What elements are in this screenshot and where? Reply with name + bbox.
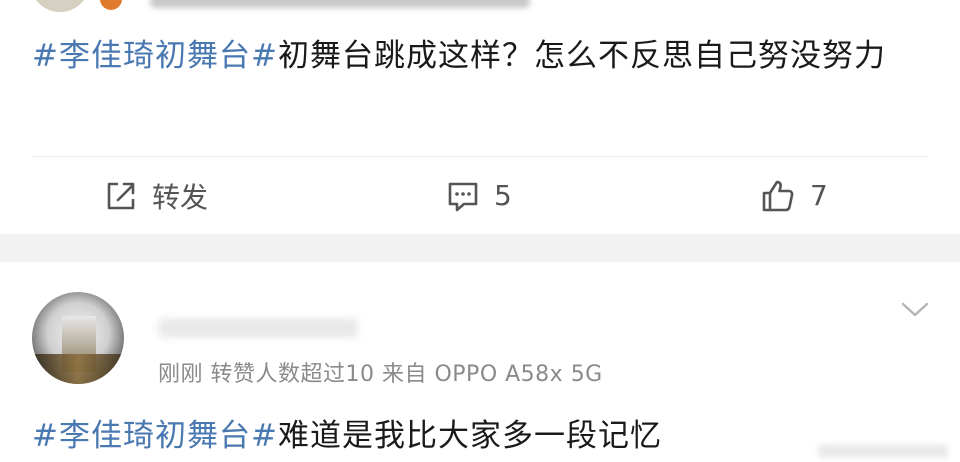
- username-blurred[interactable]: [158, 318, 358, 338]
- like-count: 7: [810, 179, 828, 212]
- avatar[interactable]: [32, 292, 124, 384]
- thumbs-up-icon: [760, 178, 796, 214]
- post-body: 初舞台跳成这样？怎么不反思自己努没努力: [277, 38, 886, 74]
- comment-content: #李佳琦初舞台#难道是我比大家多一段记忆: [32, 410, 662, 462]
- comment-button[interactable]: 5: [446, 158, 512, 233]
- previous-header-blur: [150, 0, 530, 8]
- previous-badge: [100, 0, 122, 10]
- section-separator: [0, 234, 960, 262]
- comment-icon: [446, 179, 480, 213]
- comment-hashtag[interactable]: #李佳琦初舞台#: [32, 418, 278, 454]
- share-button[interactable]: 转发: [104, 158, 208, 233]
- previous-post-header-cropped: [0, 0, 960, 14]
- post-action-bar: 转发 5 7: [0, 158, 960, 233]
- comment-count: 5: [494, 179, 512, 212]
- comment-body: 难道是我比大家多一段记忆: [277, 418, 662, 454]
- comment-meta: 刚刚 转赞人数超过10 来自 OPPO A58x 5G: [158, 362, 603, 387]
- share-label: 转发: [152, 180, 209, 214]
- share-icon: [104, 179, 138, 213]
- watermark: [818, 444, 948, 458]
- actions-divider: [32, 156, 928, 157]
- post-content: #李佳琦初舞台#初舞台跳成这样？怎么不反思自己努没努力: [32, 30, 932, 82]
- like-button[interactable]: 7: [760, 158, 828, 233]
- chevron-down-icon[interactable]: [900, 300, 930, 324]
- post-hashtag[interactable]: #李佳琦初舞台#: [32, 38, 278, 74]
- previous-avatar: [30, 0, 90, 12]
